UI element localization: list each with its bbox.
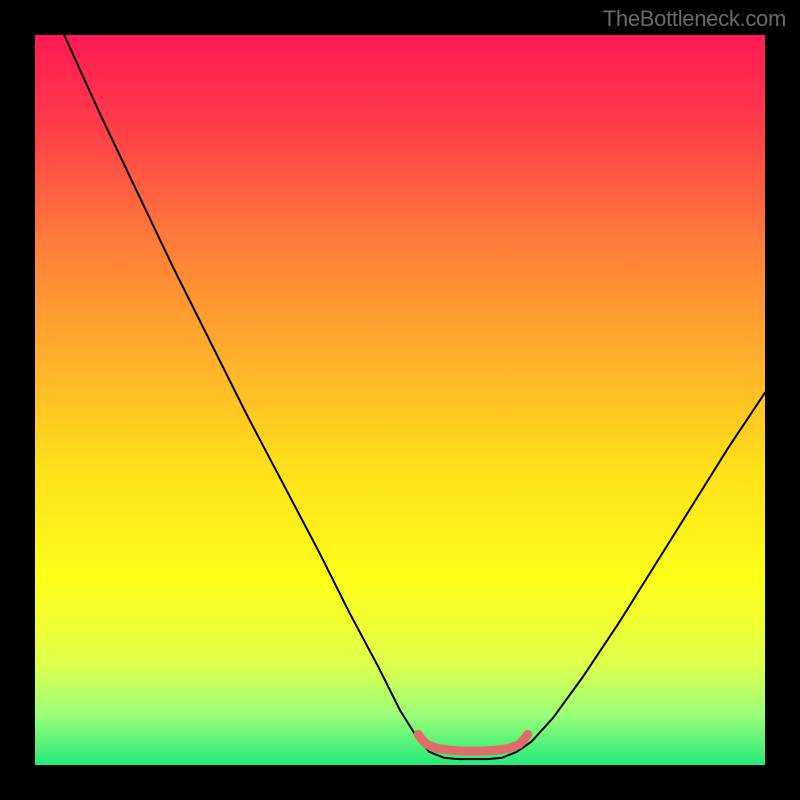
chart-container bbox=[35, 35, 765, 765]
chart-background bbox=[35, 35, 765, 765]
bottleneck-chart bbox=[35, 35, 765, 765]
watermark-text: TheBottleneck.com bbox=[603, 6, 786, 32]
